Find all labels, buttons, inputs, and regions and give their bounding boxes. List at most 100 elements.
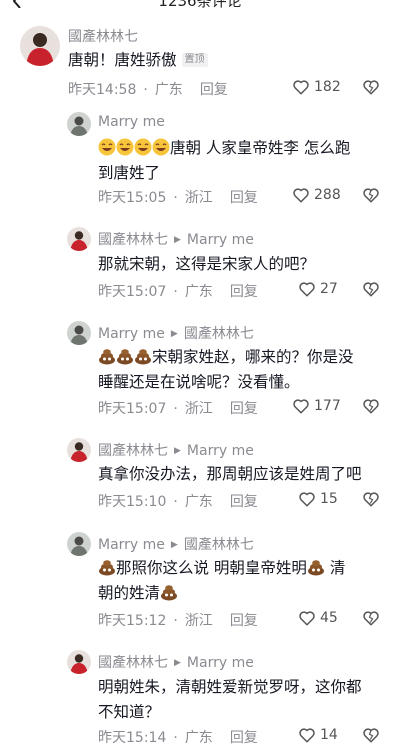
meta-dot: · bbox=[173, 613, 178, 629]
like-button[interactable]: 45 bbox=[298, 609, 338, 627]
reply-username: 國產林林七 ▶ Marry me bbox=[98, 440, 254, 460]
reply-username: Marry me ▶ 國產林林七 bbox=[98, 323, 254, 343]
top-bar: 1236条评论 bbox=[0, 0, 400, 14]
reply-text-line2: 睡醒还是在说啥呢？没看懂。 bbox=[98, 373, 300, 391]
reply-author[interactable]: 國產林林七 bbox=[98, 655, 168, 671]
broken-heart-icon[interactable] bbox=[362, 78, 380, 96]
comment-username[interactable]: 國產林林七 bbox=[68, 26, 138, 46]
like-count: 14 bbox=[320, 727, 338, 743]
poop-emoji-icon bbox=[160, 583, 178, 601]
reply-meta: 昨天15:07 · 浙江 回复 bbox=[98, 398, 265, 418]
like-button[interactable]: 177 bbox=[292, 397, 341, 415]
avatar[interactable] bbox=[67, 227, 91, 251]
laughing-emoji-icon bbox=[152, 138, 170, 156]
reply-location: 浙江 bbox=[184, 401, 213, 417]
comment-meta: 昨天14:58 · 广东 回复 bbox=[68, 79, 235, 99]
reply-text-line1: 那照你这么说 明朝皇帝姓明 bbox=[116, 559, 307, 577]
avatar[interactable] bbox=[67, 438, 91, 462]
reply-author[interactable]: Marry me bbox=[98, 537, 165, 553]
reply-button[interactable]: 回复 bbox=[200, 82, 228, 98]
reply-location: 广东 bbox=[184, 284, 213, 300]
reply-to-arrow-icon: ▶ bbox=[170, 329, 178, 339]
poop-emoji-icon bbox=[134, 347, 152, 365]
reply-button[interactable]: 回复 bbox=[230, 284, 258, 300]
reply-location: 浙江 bbox=[184, 613, 213, 629]
reply-text: 那照你这么说 明朝皇帝姓明 清 朝的姓清 bbox=[98, 556, 345, 606]
reply-text-line2: 不知道？ bbox=[98, 703, 161, 721]
poop-emoji-icon bbox=[307, 558, 325, 576]
reply-button[interactable]: 回复 bbox=[230, 190, 258, 206]
reply-button[interactable]: 回复 bbox=[230, 494, 258, 510]
meta-dot: · bbox=[173, 401, 178, 417]
reply-location: 广东 bbox=[184, 494, 213, 510]
heart-icon bbox=[293, 188, 309, 203]
reply-author[interactable]: 國產林林七 bbox=[98, 443, 168, 459]
reply-text: 那就宋朝，这得是宋家人的吧？ bbox=[98, 255, 316, 273]
reply-to-arrow-icon: ▶ bbox=[170, 540, 178, 550]
reply-meta: 昨天15:10 · 广东 回复 bbox=[98, 491, 265, 511]
avatar[interactable] bbox=[20, 26, 60, 66]
reply-meta: 昨天15:14 · 广东 回复 bbox=[98, 727, 265, 747]
broken-heart-icon[interactable] bbox=[362, 186, 380, 204]
like-button[interactable]: 15 bbox=[298, 490, 338, 508]
reply-text-line2: 朝的姓清 bbox=[98, 584, 161, 602]
reply-username: 國產林林七 ▶ Marry me bbox=[98, 652, 254, 672]
comment-count-title: 1236条评论 bbox=[158, 0, 242, 10]
broken-heart-icon[interactable] bbox=[362, 609, 380, 627]
reply-time: 昨天15:07 bbox=[98, 284, 167, 300]
reply-button[interactable]: 回复 bbox=[230, 613, 258, 629]
reply-button[interactable]: 回复 bbox=[230, 730, 258, 746]
reply-username: Marry me ▶ 國產林林七 bbox=[98, 534, 254, 554]
reply-button[interactable]: 回复 bbox=[230, 401, 258, 417]
like-button[interactable]: 288 bbox=[292, 186, 341, 204]
heart-icon bbox=[299, 611, 315, 626]
reply-time: 昨天15:07 bbox=[98, 401, 167, 417]
reply-target[interactable]: Marry me bbox=[187, 443, 254, 459]
meta-dot: · bbox=[173, 730, 178, 746]
reply-author[interactable]: 國產林林七 bbox=[98, 232, 168, 248]
meta-dot: · bbox=[143, 82, 148, 98]
comment-time: 昨天14:58 bbox=[68, 82, 137, 98]
broken-heart-icon[interactable] bbox=[362, 490, 380, 508]
laughing-emoji-icon bbox=[98, 138, 116, 156]
reply-to-arrow-icon: ▶ bbox=[174, 235, 181, 245]
like-count: 27 bbox=[320, 281, 338, 297]
reply-time: 昨天15:12 bbox=[98, 613, 167, 629]
broken-heart-icon[interactable] bbox=[362, 280, 380, 298]
reply-text: 宋朝家姓赵，哪来的？你是没 睡醒还是在说啥呢？没看懂。 bbox=[98, 345, 354, 395]
laughing-emoji-icon bbox=[134, 138, 152, 156]
meta-dot: · bbox=[173, 284, 178, 300]
reply-location: 浙江 bbox=[184, 190, 213, 206]
reply-time: 昨天15:05 bbox=[98, 190, 167, 206]
broken-heart-icon[interactable] bbox=[362, 397, 380, 415]
heart-icon bbox=[299, 728, 315, 743]
heart-icon bbox=[293, 399, 309, 414]
like-button[interactable]: 182 bbox=[292, 78, 341, 96]
avatar[interactable] bbox=[67, 112, 91, 136]
poop-emoji-icon bbox=[116, 347, 134, 365]
like-button[interactable]: 27 bbox=[298, 280, 338, 298]
reply-target[interactable]: Marry me bbox=[187, 232, 254, 248]
laughing-emoji-icon bbox=[116, 138, 134, 156]
avatar[interactable] bbox=[67, 321, 91, 345]
comment-text-content: 唐朝！唐姓骄傲 bbox=[68, 51, 177, 69]
meta-dot: · bbox=[173, 190, 178, 206]
reply-text-line1: 唐朝 人家皇帝姓李 怎么跑 bbox=[170, 139, 351, 157]
reply-target[interactable]: Marry me bbox=[187, 655, 254, 671]
poop-emoji-icon bbox=[98, 347, 116, 365]
reply-author[interactable]: Marry me bbox=[98, 326, 165, 342]
like-count: 182 bbox=[314, 79, 341, 95]
heart-icon bbox=[299, 282, 315, 297]
broken-heart-icon[interactable] bbox=[362, 726, 380, 744]
reply-target[interactable]: 國產林林七 bbox=[184, 537, 254, 553]
like-button[interactable]: 14 bbox=[298, 726, 338, 744]
reply-target[interactable]: 國產林林七 bbox=[184, 326, 254, 342]
avatar[interactable] bbox=[67, 532, 91, 556]
reply-text: 明朝姓朱，清朝姓爱新觉罗呀，这你都 不知道？ bbox=[98, 675, 362, 725]
reply-time: 昨天15:10 bbox=[98, 494, 167, 510]
poop-emoji-icon bbox=[98, 558, 116, 576]
like-count: 177 bbox=[314, 398, 341, 414]
reply-meta: 昨天15:12 · 浙江 回复 bbox=[98, 610, 265, 630]
reply-username[interactable]: Marry me bbox=[98, 114, 165, 130]
avatar[interactable] bbox=[67, 650, 91, 674]
